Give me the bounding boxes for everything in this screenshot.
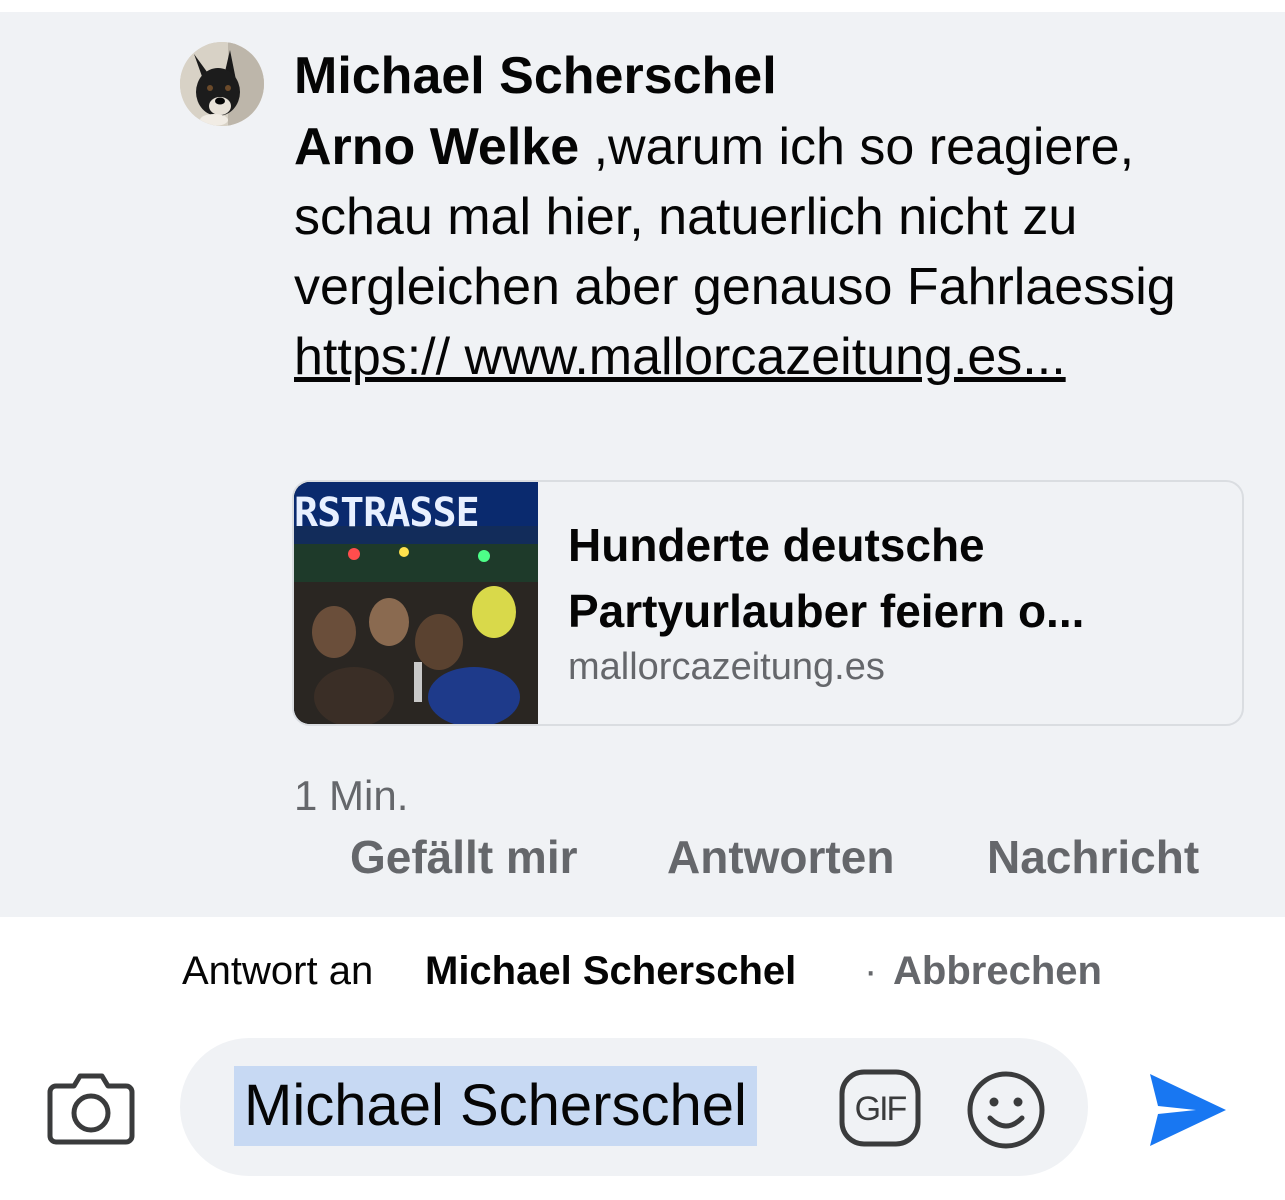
comment-composer[interactable]: Michael Scherschel GIF (180, 1038, 1088, 1176)
send-icon[interactable] (1144, 1068, 1230, 1152)
comment-actions: Gefällt mir Antworten Nachricht (0, 830, 1285, 890)
reply-indicator: Antwort an Michael Scherschel · Abbreche… (0, 945, 1285, 1005)
gif-icon[interactable]: GIF (838, 1068, 922, 1148)
link-preview-thumbnail: RSTRASSE (294, 482, 538, 724)
cancel-reply-button[interactable]: Abbrechen (893, 949, 1102, 994)
svg-text:GIF: GIF (855, 1090, 907, 1128)
composer-mention-text[interactable]: Michael Scherschel (234, 1066, 757, 1146)
message-button[interactable]: Nachricht (987, 830, 1199, 884)
dog-avatar-icon (180, 42, 264, 126)
comment-url[interactable]: https:// www.mallorcazeitung.es... (294, 328, 1066, 386)
link-preview-domain: mallorcazeitung.es (568, 646, 885, 688)
comment-body: Arno Welke ,warum ich so reagiere, schau… (294, 112, 1254, 392)
like-button[interactable]: Gefällt mir (350, 830, 578, 884)
top-spacer (0, 0, 1285, 12)
reply-prefix: Antwort an (182, 949, 374, 993)
comment-author[interactable]: Michael Scherschel (294, 44, 777, 108)
reply-target-name: Michael Scherschel (425, 949, 797, 993)
comment-timestamp[interactable]: 1 Min. (294, 772, 408, 820)
mention-link[interactable]: Arno Welke (294, 118, 579, 176)
emoji-icon[interactable] (964, 1068, 1048, 1152)
thumbnail-sign: RSTRASSE (294, 490, 480, 536)
author-avatar[interactable] (180, 42, 264, 126)
camera-icon[interactable] (46, 1064, 136, 1148)
reply-separator: · (864, 949, 878, 993)
link-preview-card[interactable]: RSTRASSE Hunderte deutsche Partyurlauber… (292, 480, 1244, 726)
reply-button[interactable]: Antworten (667, 830, 894, 884)
link-preview-title[interactable]: Hunderte deutsche Partyurlauber feiern o… (568, 512, 1208, 644)
